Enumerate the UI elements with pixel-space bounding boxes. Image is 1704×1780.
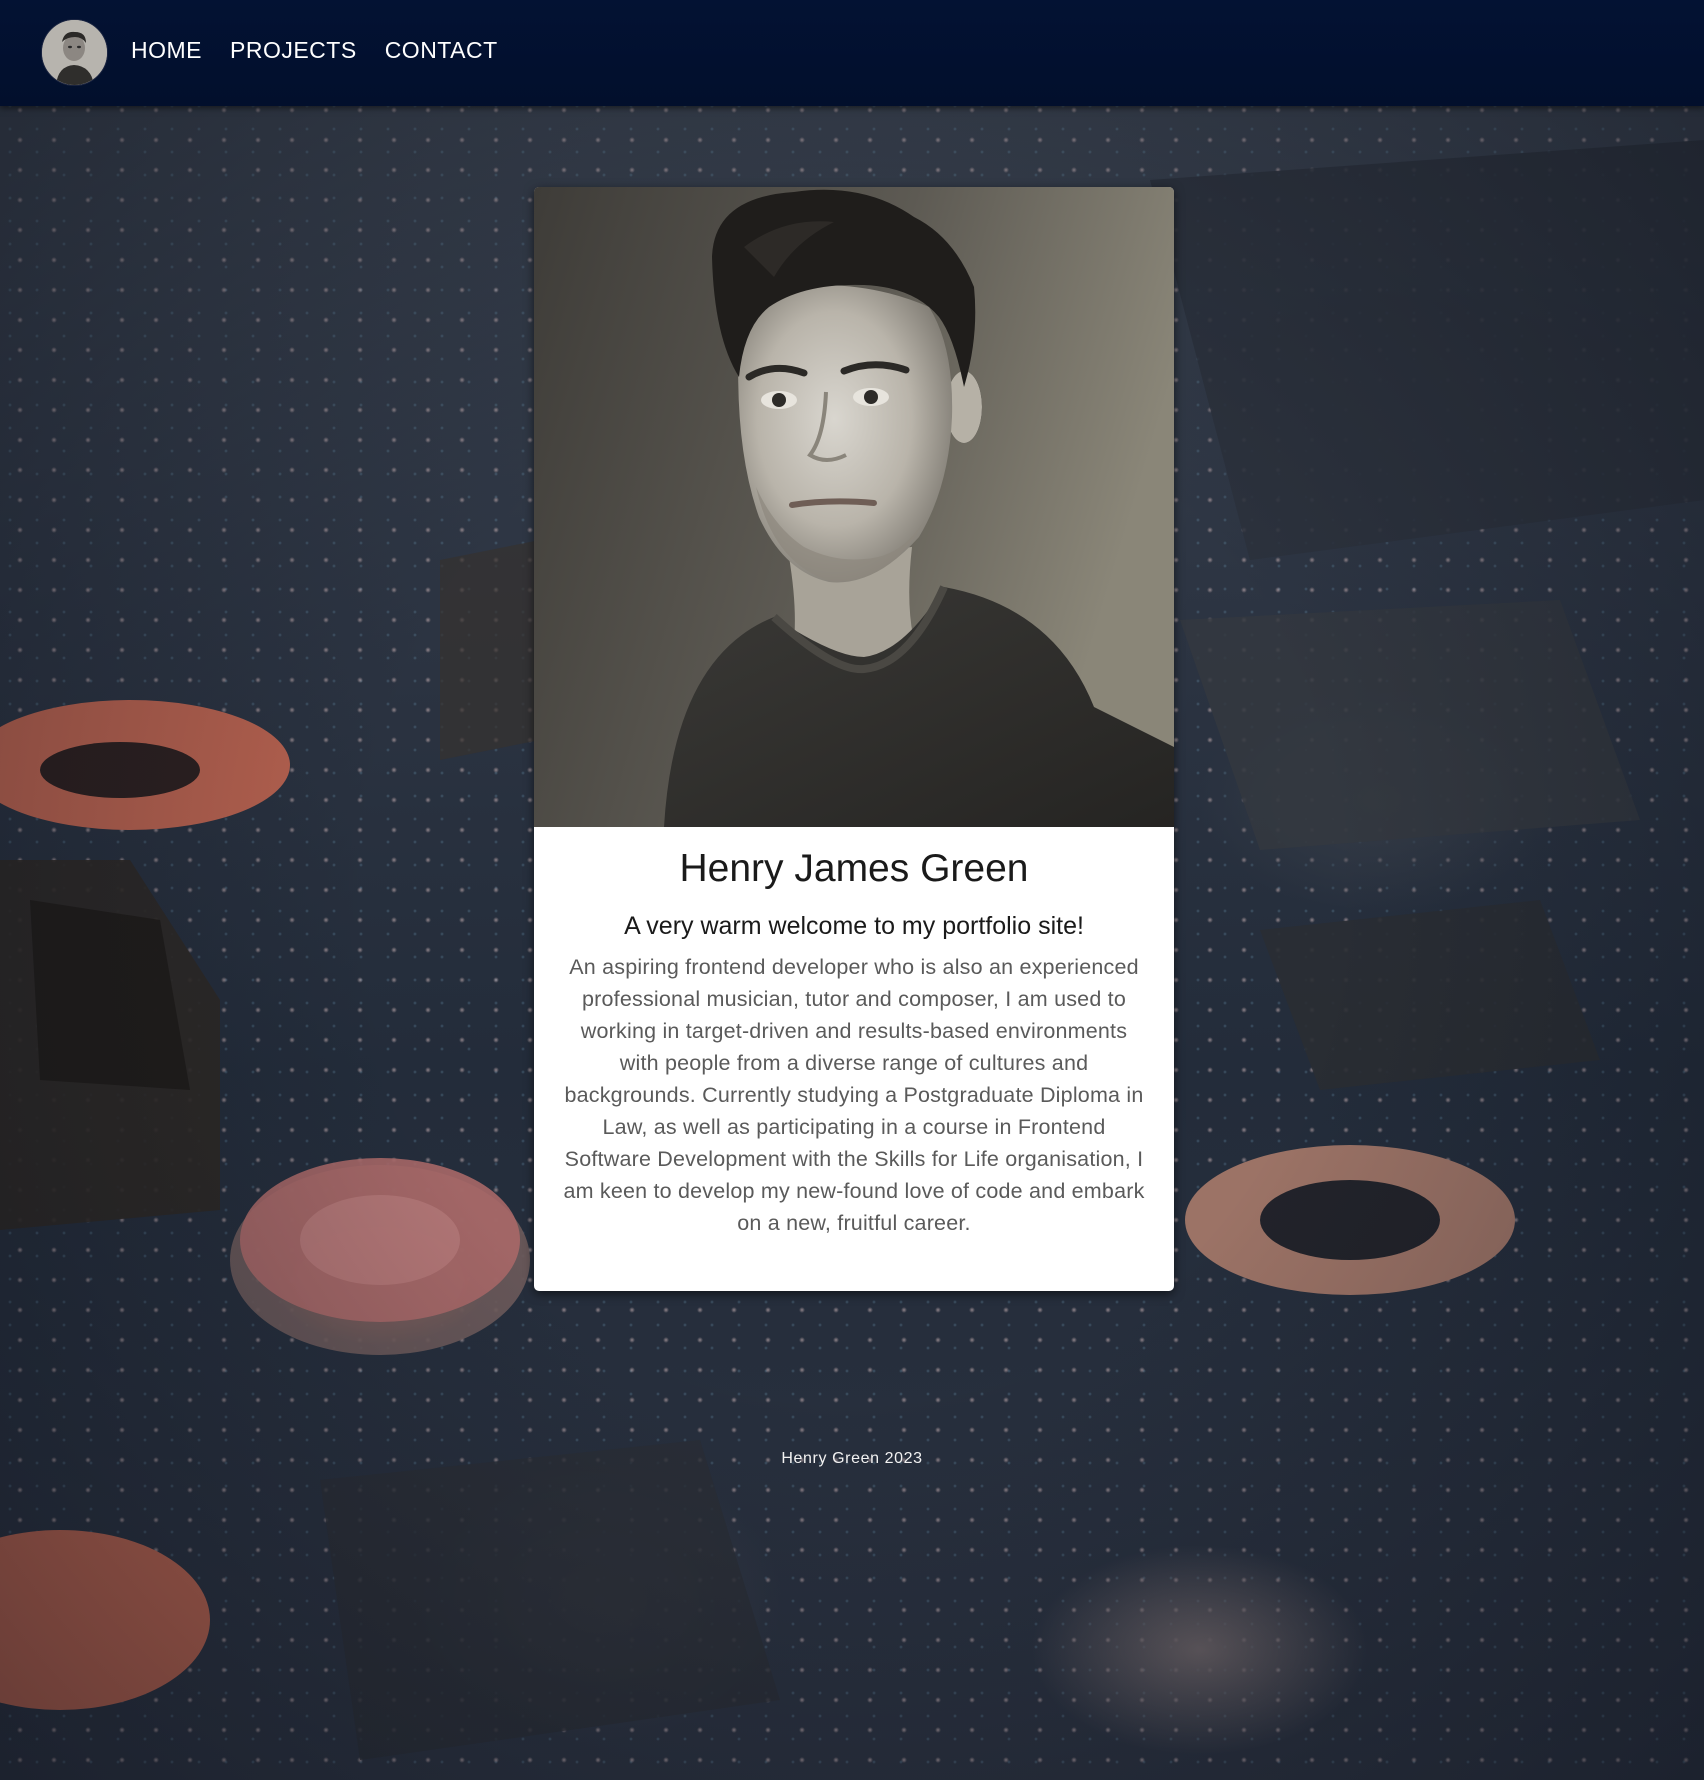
bio-paragraph: An aspiring frontend developer who is al…: [563, 955, 1145, 1235]
nav-link-projects[interactable]: PROJECTS: [230, 34, 357, 66]
footer: Henry Green 2023: [0, 1450, 1704, 1468]
nav-avatar[interactable]: [41, 19, 108, 86]
profile-name: Henry James Green: [679, 847, 1029, 890]
nav-link-contact[interactable]: CONTACT: [385, 34, 498, 66]
portrait-illustration: [534, 187, 1174, 827]
navbar: HOME PROJECTS CONTACT: [0, 0, 1704, 106]
welcome-heading: A very warm welcome to my portfolio site…: [624, 912, 1084, 940]
footer-text: Henry Green 2023: [781, 1450, 923, 1467]
card-body: Henry James Green A very warm welcome to…: [534, 827, 1174, 1291]
profile-card: Henry James Green A very warm welcome to…: [534, 187, 1174, 1291]
avatar-portrait-icon: [42, 20, 107, 85]
profile-photo: [534, 187, 1174, 827]
nav-links: HOME PROJECTS CONTACT: [131, 34, 526, 66]
nav-link-home[interactable]: HOME: [131, 34, 202, 66]
